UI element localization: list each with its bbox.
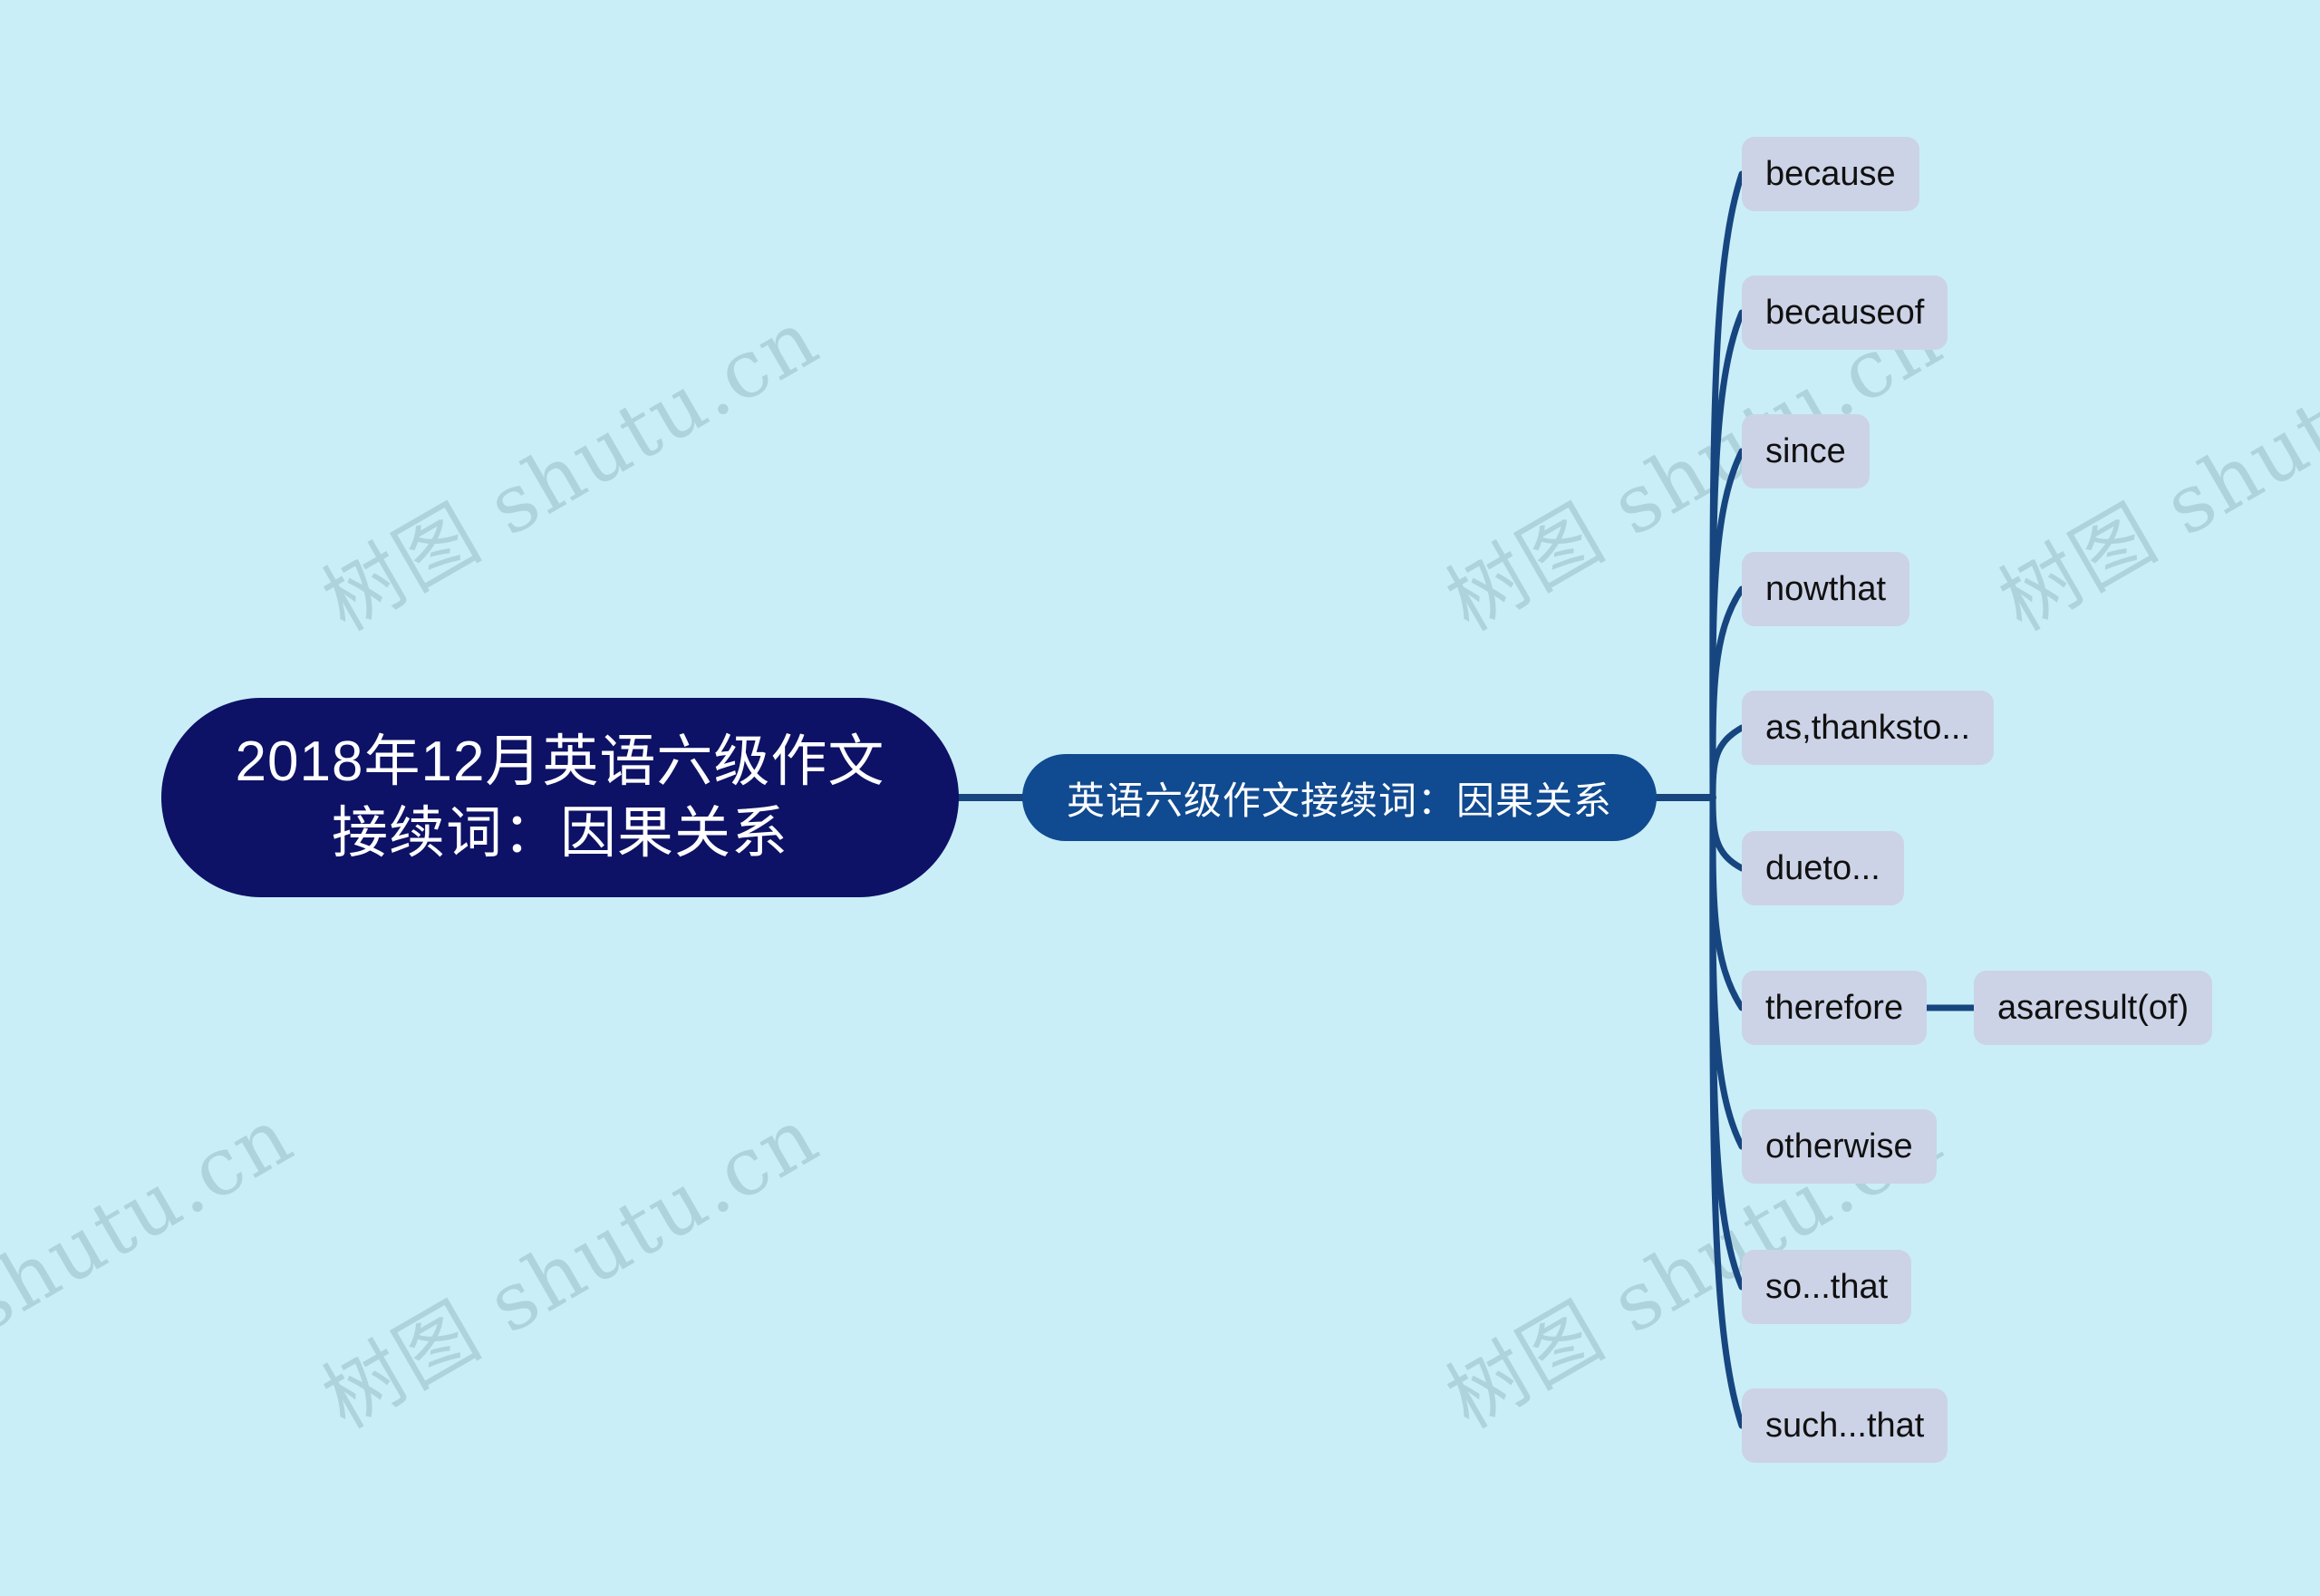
leaf-node-otherwise[interactable]: otherwise bbox=[1742, 1109, 1937, 1184]
branch-node[interactable]: 英语六级作文接续词：因果关系 bbox=[1022, 754, 1657, 841]
leaf-node-because[interactable]: because bbox=[1742, 137, 1919, 211]
mindmap-canvas: 树图 shutu.cn 树图 shutu.cn 树图 shutu.cn 树图 s… bbox=[0, 0, 2320, 1596]
leaf-node-label: therefore bbox=[1765, 988, 1904, 1027]
watermark-text: 树图 shutu.cn bbox=[307, 291, 834, 649]
watermark-text: 树图 shutu.cn bbox=[307, 1088, 834, 1446]
leaf-node-label: otherwise bbox=[1765, 1127, 1913, 1166]
root-node[interactable]: 2018年12月英语六级作文 接续词：因果关系 bbox=[161, 698, 959, 897]
connector-leaf-1 bbox=[1709, 170, 1745, 801]
leaf-node-therefore[interactable]: therefore bbox=[1742, 971, 1928, 1045]
branch-node-label: 英语六级作文接续词：因果关系 bbox=[1066, 779, 1612, 822]
leaf-node-since[interactable]: since bbox=[1742, 414, 1870, 488]
watermark-text: 树图 shutu.cn bbox=[1984, 291, 2320, 649]
connector-leaf-10 bbox=[1709, 794, 1745, 1429]
connector-leaf-6 bbox=[1709, 794, 1745, 872]
leaf-node-nowthat[interactable]: nowthat bbox=[1742, 552, 1910, 626]
leaf-node-label: asaresult(of) bbox=[1997, 988, 2190, 1027]
leaf-node-label: dueto... bbox=[1765, 848, 1880, 887]
connector-leaf-8 bbox=[1709, 794, 1745, 1150]
connector-leaf-2 bbox=[1709, 309, 1745, 801]
watermark-text: 树图 shutu.cn bbox=[0, 1088, 308, 1446]
leaf-node-label: so...that bbox=[1765, 1267, 1889, 1306]
leaf-node-becauseof[interactable]: becauseof bbox=[1742, 276, 1948, 350]
connector-leaf-3 bbox=[1709, 448, 1745, 801]
connector-leaf-4 bbox=[1709, 585, 1745, 801]
leaf-node-as-thanksto[interactable]: as,thanksto... bbox=[1742, 691, 1995, 765]
leaf-node-label: because bbox=[1765, 154, 1896, 193]
leaf-node-label: nowthat bbox=[1765, 569, 1887, 608]
leaf-node-label: as,thanksto... bbox=[1765, 708, 1971, 747]
root-node-label: 2018年12月英语六级作文 接续词：因果关系 bbox=[235, 730, 885, 865]
leaf-node-dueto[interactable]: dueto... bbox=[1742, 831, 1904, 905]
connector-leaf-7 bbox=[1709, 794, 1745, 1011]
leaf-node-label: since bbox=[1765, 431, 1846, 470]
leaf-node-such-that[interactable]: such...that bbox=[1742, 1388, 1948, 1463]
leaf-node-label: such...that bbox=[1765, 1406, 1925, 1445]
leaf-node-label: becauseof bbox=[1765, 293, 1925, 332]
connector-leaf-5 bbox=[1709, 724, 1745, 801]
leaf-node-so-that[interactable]: so...that bbox=[1742, 1250, 1912, 1324]
connector-leaf-9 bbox=[1709, 794, 1745, 1291]
leaf-node-asaresult-of[interactable]: asaresult(of) bbox=[1974, 971, 2213, 1045]
